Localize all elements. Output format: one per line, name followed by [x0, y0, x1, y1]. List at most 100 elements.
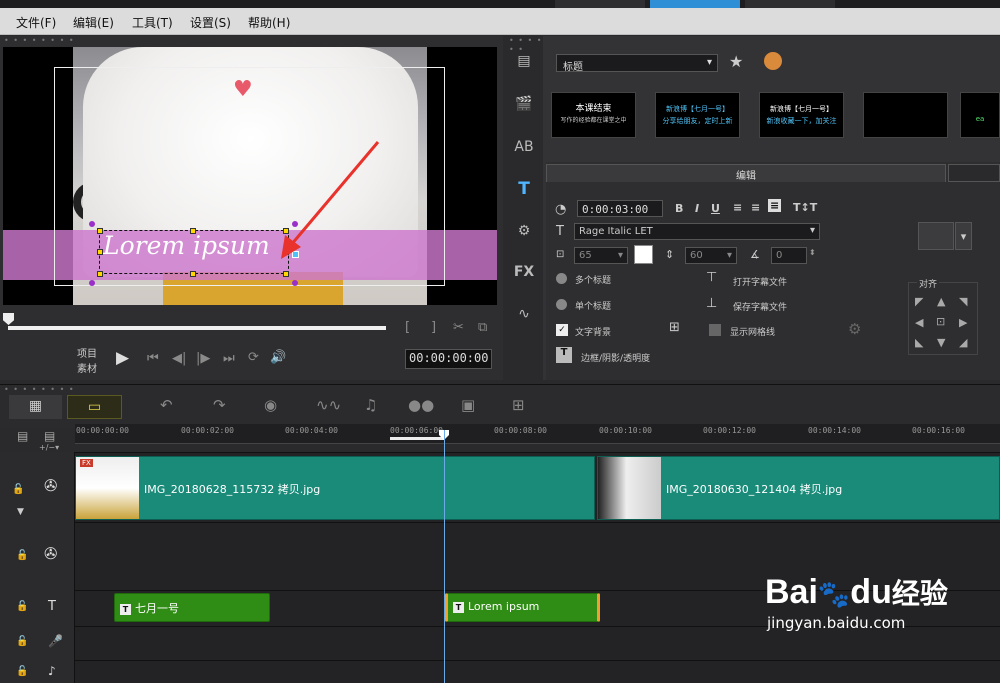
zoom-icon[interactable]: +/−▾: [39, 443, 59, 452]
workspace-tab[interactable]: [745, 0, 835, 8]
align-left-icon[interactable]: ≡: [733, 201, 742, 214]
mark-in-icon[interactable]: [: [405, 320, 410, 335]
tab-edit[interactable]: 编辑: [546, 164, 946, 182]
music-note-icon[interactable]: ♪: [48, 664, 56, 678]
track-manager-icon[interactable]: ▤: [17, 429, 28, 443]
align-bottom-right-icon[interactable]: ◢: [959, 336, 967, 349]
open-subtitle-icon[interactable]: ⊤: [706, 270, 717, 285]
resize-handle[interactable]: [190, 271, 196, 277]
graphic-icon[interactable]: ⚙: [513, 223, 535, 243]
text-bg-checkbox[interactable]: ✓: [556, 324, 568, 336]
text-direction-icon[interactable]: T↕T: [793, 201, 817, 214]
single-title-radio[interactable]: [556, 299, 567, 310]
browse-icon[interactable]: [764, 52, 782, 70]
align-right-icon[interactable]: ▶: [959, 316, 967, 329]
volume-icon[interactable]: 🔊: [270, 350, 286, 365]
text-bg-settings-icon[interactable]: ⊞: [669, 320, 680, 335]
microphone-icon[interactable]: 🎤: [48, 634, 63, 648]
home-icon[interactable]: ⏮: [147, 351, 159, 366]
video-clip[interactable]: FX IMG_20180628_115732 拷贝.jpg: [75, 456, 595, 520]
undo-icon[interactable]: ↶: [160, 396, 173, 414]
title-thumbnail[interactable]: ea: [960, 92, 1000, 138]
title-thumbnail[interactable]: [863, 92, 948, 138]
menu-help[interactable]: 帮助(H): [248, 14, 290, 31]
border-shadow-icon[interactable]: T: [556, 347, 572, 363]
align-right-icon[interactable]: ≡: [768, 199, 782, 212]
align-bottom-icon[interactable]: ▼: [937, 336, 945, 349]
play-icon[interactable]: ▶: [116, 348, 129, 368]
menu-settings[interactable]: 设置(S): [190, 14, 231, 31]
tab-attribute[interactable]: [948, 164, 1000, 182]
color-preset-box[interactable]: [918, 222, 954, 250]
lock-icon[interactable]: 🔓: [16, 666, 28, 677]
multi-title-radio[interactable]: [556, 273, 567, 284]
align-center-icon[interactable]: ⊡: [936, 315, 945, 328]
rotate-handle[interactable]: [292, 280, 298, 286]
align-bottom-left-icon[interactable]: ◣: [915, 336, 923, 349]
category-dropdown[interactable]: 标题 ▾: [556, 54, 718, 73]
record-capture-icon[interactable]: ◉: [264, 396, 277, 414]
show-grid-checkbox[interactable]: [709, 324, 721, 336]
align-center-icon[interactable]: ≡: [751, 201, 760, 214]
grid-settings-icon[interactable]: ⚙: [848, 320, 861, 338]
save-subtitle-label[interactable]: 保存字幕文件: [733, 300, 787, 313]
multi-camera-icon[interactable]: ⊞: [512, 396, 525, 414]
add-favorite-icon[interactable]: ★: [729, 52, 743, 71]
panel-grip[interactable]: • • • • • • • •: [4, 36, 75, 45]
motion-track-icon[interactable]: ●●: [408, 396, 434, 414]
scrubber-bar[interactable]: [8, 326, 386, 330]
italic-button[interactable]: I: [695, 202, 699, 215]
auto-music-icon[interactable]: ♫: [364, 396, 377, 414]
rotate-handle[interactable]: [89, 221, 95, 227]
align-left-icon[interactable]: ◀: [915, 316, 923, 329]
title-clip[interactable]: T 七月一号: [114, 593, 270, 622]
menu-edit[interactable]: 编辑(E): [73, 14, 114, 31]
save-subtitle-icon[interactable]: ⊥: [706, 296, 717, 311]
open-subtitle-label[interactable]: 打开字幕文件: [733, 275, 787, 288]
media-icon[interactable]: ▤: [513, 53, 535, 73]
bold-button[interactable]: B: [675, 202, 683, 215]
storyboard-view-button[interactable]: ▦: [9, 395, 62, 419]
panel-grip[interactable]: • • • • • • • •: [4, 385, 75, 394]
underline-button[interactable]: U: [711, 202, 720, 215]
redo-icon[interactable]: ↷: [213, 396, 226, 414]
angle-field[interactable]: 0: [771, 247, 807, 264]
playhead-line[interactable]: [444, 430, 445, 683]
rotate-handle[interactable]: [89, 280, 95, 286]
workspace-tab[interactable]: [555, 0, 645, 8]
border-shadow-label[interactable]: 边框/阴影/透明度: [581, 351, 650, 364]
mark-out-icon[interactable]: ]: [431, 320, 436, 335]
subtitle-editor-icon[interactable]: ▣: [461, 396, 475, 414]
align-top-left-icon[interactable]: ◤: [915, 295, 923, 308]
align-top-icon[interactable]: ▲: [937, 295, 945, 308]
sound-mixer-icon[interactable]: ∿∿: [316, 396, 341, 414]
chevron-down-icon[interactable]: ▾: [955, 222, 972, 250]
menu-tools[interactable]: 工具(T): [132, 14, 173, 31]
film-reel-icon[interactable]: ✇: [44, 544, 57, 563]
menu-file[interactable]: 文件(F): [16, 14, 56, 31]
font-color-swatch[interactable]: [634, 245, 653, 264]
resize-handle[interactable]: [283, 271, 289, 277]
chapter-icon[interactable]: ▤: [44, 429, 55, 443]
duration-field[interactable]: 0:00:03:00: [577, 200, 663, 217]
path-icon[interactable]: ∿: [513, 306, 535, 326]
filter-fx-icon[interactable]: FX: [513, 264, 535, 284]
lock-icon[interactable]: 🔓: [16, 636, 28, 647]
title-track-icon[interactable]: T: [48, 599, 56, 614]
next-frame-icon[interactable]: |▶: [196, 351, 210, 366]
timeline-view-button[interactable]: ▭: [67, 395, 122, 419]
resize-handle[interactable]: [97, 228, 103, 234]
resize-handle[interactable]: [97, 271, 103, 277]
font-size-field[interactable]: 65 ▾: [574, 247, 628, 264]
title-thumbnail[interactable]: 新浪博【七月一号】 分享给朋友，定时上新: [655, 92, 740, 138]
line-spacing-field[interactable]: 60 ▾: [685, 247, 737, 264]
align-top-right-icon[interactable]: ◥: [959, 295, 967, 308]
lock-icon[interactable]: 🔓: [12, 484, 24, 495]
preview-title-text[interactable]: Lorem ipsum: [103, 231, 270, 260]
clip-mode-label[interactable]: 素材: [77, 360, 97, 375]
video-clip[interactable]: IMG_20180630_121404 拷贝.jpg: [597, 456, 1000, 520]
panel-grip[interactable]: • • • • • •: [509, 36, 543, 54]
preview-timecode[interactable]: 00:00:00:00: [405, 349, 492, 369]
film-reel-icon[interactable]: ✇: [44, 476, 57, 495]
preview-window[interactable]: ♥ Lorem ipsum: [3, 47, 497, 305]
